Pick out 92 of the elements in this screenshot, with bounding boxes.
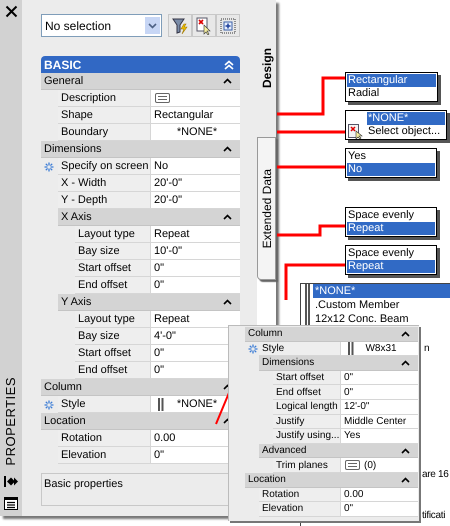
property-value[interactable]: 0" xyxy=(154,446,164,464)
property-label: Shape xyxy=(58,107,151,124)
column-style-icon xyxy=(348,342,354,355)
property-label: Style xyxy=(58,396,151,413)
note-icon[interactable] xyxy=(345,460,360,470)
property-label: End offset xyxy=(75,277,151,294)
property-label: Bay size xyxy=(75,243,151,260)
category-header[interactable]: Advanced xyxy=(259,444,418,458)
panel-title: PROPERTIES xyxy=(2,377,20,466)
property-value[interactable]: No xyxy=(154,158,168,174)
connector-line xyxy=(277,166,345,168)
property-label: Style xyxy=(259,342,341,356)
palette-header[interactable]: BASIC xyxy=(41,56,240,73)
property-label: X - Width xyxy=(58,175,151,192)
collapse-icon[interactable] xyxy=(401,476,410,483)
list-option[interactable]: Select object... xyxy=(367,125,445,138)
list-option[interactable]: No xyxy=(347,163,435,176)
list-option[interactable]: Rectangular xyxy=(347,74,436,87)
property-label: Layout type xyxy=(75,311,151,328)
toolbar-button[interactable] xyxy=(216,14,240,37)
collapse-icon[interactable] xyxy=(223,146,232,152)
property-label: Specify on screen xyxy=(58,158,151,175)
property-label: Justify xyxy=(273,414,341,430)
list-item[interactable]: 12x12 Conc. Beam xyxy=(313,312,450,326)
list-option[interactable]: Space evenly xyxy=(347,247,435,260)
property-label: Elevation xyxy=(58,447,151,464)
list-option[interactable]: Yes xyxy=(347,150,435,163)
note-icon[interactable] xyxy=(155,93,170,103)
category-header[interactable]: General xyxy=(41,73,240,90)
property-value[interactable]: 0" xyxy=(344,501,354,516)
property-label: Y - Depth xyxy=(58,192,151,209)
collapse-icon[interactable] xyxy=(223,299,232,305)
property-label: Description xyxy=(58,90,151,107)
menu-icon[interactable] xyxy=(4,497,18,510)
property-label: Rotation xyxy=(58,430,151,447)
property-value[interactable]: 0" xyxy=(154,276,164,294)
connector-line xyxy=(277,76,345,116)
quick-select-icon xyxy=(172,16,188,34)
property-label: Rotation xyxy=(259,488,341,502)
property-label: Logical length xyxy=(273,400,341,415)
property-label: Elevation xyxy=(259,502,341,517)
collapse-icon[interactable] xyxy=(223,78,232,84)
collapse-icon[interactable] xyxy=(223,214,232,220)
property-label: Boundary xyxy=(58,124,151,141)
list-item[interactable]: n xyxy=(424,342,430,356)
list-option[interactable]: *NONE* xyxy=(367,112,445,125)
property-value[interactable]: 0" xyxy=(344,384,354,400)
selection-dropdown[interactable]: No selection xyxy=(41,14,162,37)
collapse-icon[interactable] xyxy=(401,360,410,366)
tab[interactable]: Design xyxy=(257,0,276,137)
collapse-icon[interactable] xyxy=(401,448,410,454)
list-item[interactable]: tificati xyxy=(422,509,446,523)
toolbar-button[interactable] xyxy=(192,14,216,37)
category-header[interactable]: Y Axis xyxy=(58,294,240,311)
column-style-icon xyxy=(158,398,164,410)
list-option[interactable]: Repeat xyxy=(347,260,435,273)
collapse-icon[interactable] xyxy=(401,330,410,337)
property-value[interactable]: 0" xyxy=(154,362,164,378)
pickadd-icon xyxy=(220,18,236,34)
property-value[interactable]: 0" xyxy=(344,370,354,386)
property-label: Start offset xyxy=(273,370,341,386)
select-objects-icon xyxy=(196,16,212,34)
close-icon[interactable] xyxy=(4,5,18,18)
collapse-all-icon[interactable] xyxy=(224,60,234,70)
category-header[interactable]: Column xyxy=(245,327,418,342)
property-value[interactable]: 0" xyxy=(154,344,164,362)
toolbar-button[interactable] xyxy=(168,14,192,37)
property-label: Layout type xyxy=(75,226,151,243)
list-item[interactable]: *NONE* xyxy=(313,284,450,298)
category-header[interactable]: Dimensions xyxy=(259,356,418,371)
property-label: End offset xyxy=(75,362,151,379)
list-option[interactable]: Space evenly xyxy=(347,209,435,222)
connector-line xyxy=(277,224,345,236)
category-header[interactable]: Dimensions xyxy=(41,141,240,158)
property-label: End offset xyxy=(273,385,341,400)
list-item[interactable]: .Custom Member xyxy=(313,298,450,312)
expand-arrows-icon[interactable] xyxy=(4,476,18,487)
property-label: Justify using... xyxy=(273,429,341,444)
list-option[interactable]: Repeat xyxy=(347,222,435,235)
category-header[interactable]: X Axis xyxy=(58,209,240,226)
connector-line xyxy=(277,130,345,134)
property-label: Trim planes xyxy=(273,458,341,473)
property-label: Bay size xyxy=(75,328,151,345)
description-text: Basic properties xyxy=(44,478,123,490)
property-label: Start offset xyxy=(75,260,151,277)
property-label: Start offset xyxy=(75,345,151,362)
property-value[interactable]: 0" xyxy=(154,260,164,276)
list-item[interactable]: are 16 xyxy=(422,468,449,482)
tab[interactable]: Extended Data xyxy=(257,137,276,280)
category-header[interactable]: Location xyxy=(245,472,418,488)
list-option[interactable]: Radial xyxy=(347,87,436,100)
property-value[interactable]: (0) xyxy=(364,458,376,473)
